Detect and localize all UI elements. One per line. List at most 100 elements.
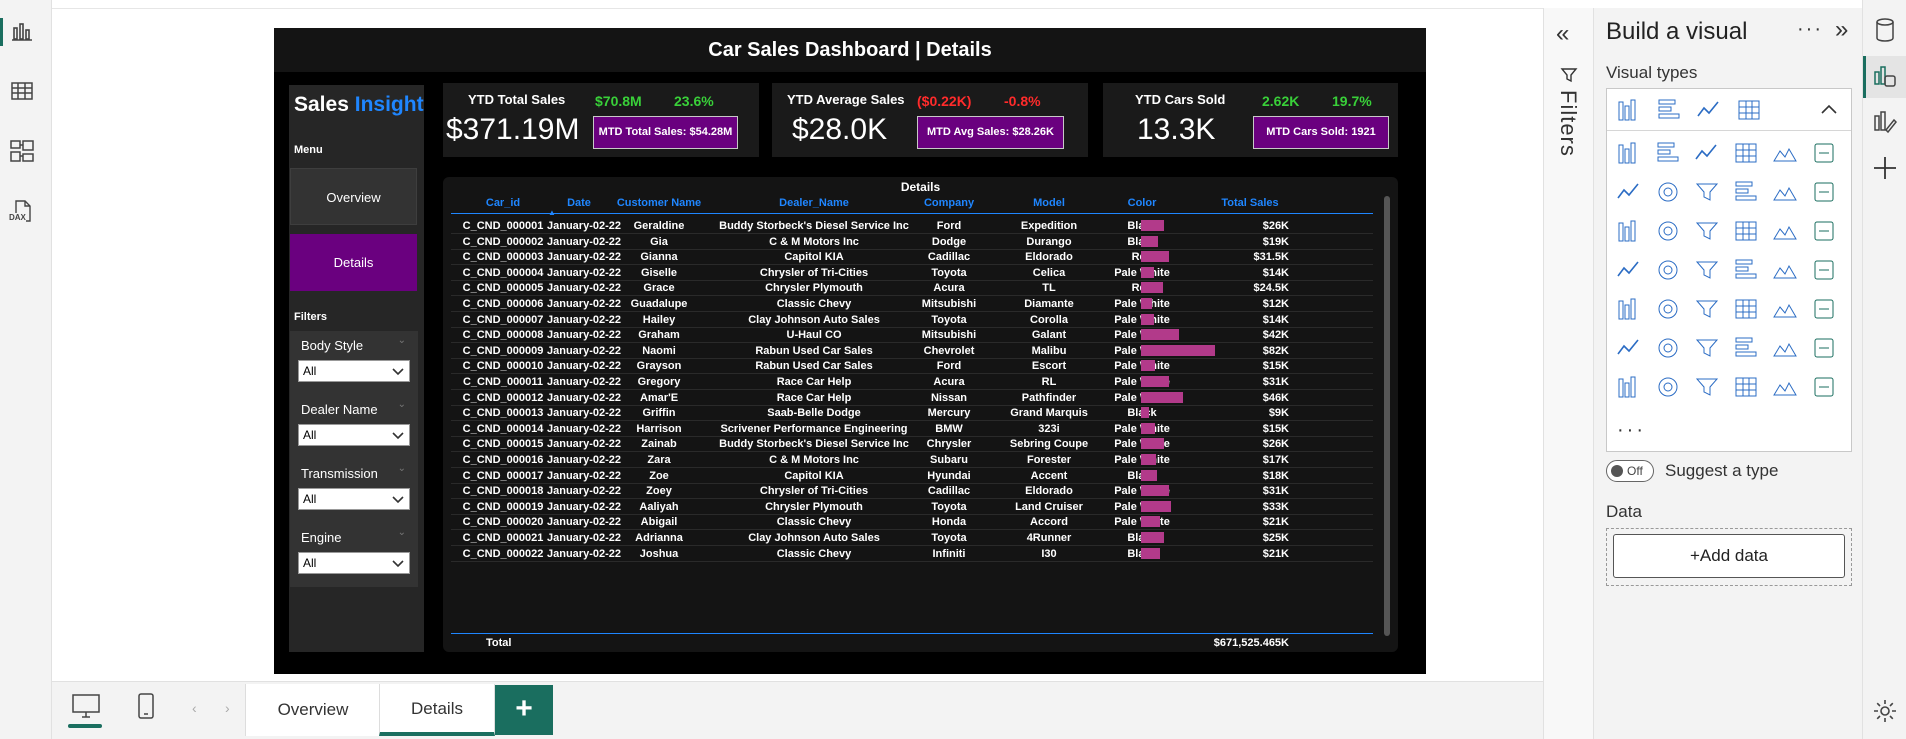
chevron-down-icon[interactable]: ⌄ bbox=[398, 463, 406, 474]
slicer-dropdown[interactable]: All bbox=[298, 360, 410, 382]
visual-type-icon[interactable] bbox=[1654, 373, 1682, 401]
table-row[interactable]: C_CND_000016 January-02-22 Zara C & M Motor… bbox=[451, 452, 1373, 468]
visual-type-icon[interactable] bbox=[1615, 256, 1643, 284]
chevron-down-icon[interactable]: ⌄ bbox=[398, 335, 406, 346]
slicer-dropdown[interactable]: All bbox=[298, 424, 410, 446]
table-row[interactable]: C_CND_000022 January-02-22 Joshua Classic C… bbox=[451, 546, 1373, 562]
visual-type-icon[interactable] bbox=[1654, 139, 1682, 167]
visual-type-icon[interactable] bbox=[1735, 96, 1763, 124]
table-vertical-scrollbar[interactable] bbox=[1384, 196, 1390, 636]
visual-type-icon[interactable] bbox=[1693, 178, 1721, 206]
visual-type-icon[interactable] bbox=[1615, 295, 1643, 323]
more-options-icon[interactable]: ··· bbox=[1797, 18, 1823, 41]
slicer-dropdown[interactable]: All bbox=[298, 552, 410, 574]
table-row[interactable]: C_CND_000005 January-02-22 Grace Chrysler P… bbox=[451, 280, 1373, 297]
visual-type-icon[interactable] bbox=[1654, 334, 1682, 362]
column-header-dealer-name[interactable]: Dealer_Name bbox=[709, 197, 919, 209]
kpi-card-ytd-cars-sold[interactable]: YTD Cars Sold 13.3K 2.62K 19.7% MTD Cars… bbox=[1103, 83, 1398, 157]
visual-type-icon[interactable] bbox=[1732, 295, 1760, 323]
table-row[interactable]: C_CND_000017 January-02-22 Zoe Capitol KIA H… bbox=[451, 468, 1373, 484]
format-pane-icon[interactable] bbox=[1871, 108, 1899, 136]
page-scroll-right-icon[interactable]: › bbox=[225, 700, 230, 716]
kpi-card-ytd-total-sales[interactable]: YTD Total Sales $371.19M $70.8M 23.6% MT… bbox=[443, 83, 759, 157]
column-header-model[interactable]: Model bbox=[999, 197, 1099, 209]
visual-type-icon[interactable] bbox=[1655, 96, 1683, 124]
nav-button-details[interactable]: Details bbox=[290, 234, 417, 291]
table-row[interactable]: C_CND_000021 January-02-22 Adrianna Clay Jo… bbox=[451, 530, 1373, 546]
table-row[interactable]: C_CND_000003 January-02-22 Gianna Capitol K… bbox=[451, 249, 1373, 266]
visual-type-icon[interactable] bbox=[1693, 295, 1721, 323]
visual-type-icon[interactable] bbox=[1810, 178, 1838, 206]
details-table-visual[interactable]: Details Car_id ▲ Date Customer Name Deal… bbox=[443, 177, 1398, 652]
chevron-up-icon[interactable] bbox=[1815, 96, 1843, 124]
slicer-dropdown[interactable]: All bbox=[298, 488, 410, 510]
nav-button-overview[interactable]: Overview bbox=[290, 168, 417, 225]
column-header-car-id[interactable]: Car_id bbox=[459, 197, 547, 209]
table-row[interactable]: C_CND_000006 January-02-22 Guadalupe Classi… bbox=[451, 296, 1373, 312]
visual-type-icon[interactable] bbox=[1810, 334, 1838, 362]
visual-type-icon[interactable] bbox=[1771, 373, 1799, 401]
table-row[interactable]: C_CND_000012 January-02-22 Amar'E Race Car … bbox=[451, 390, 1373, 406]
visual-type-icon[interactable] bbox=[1771, 334, 1799, 362]
table-row[interactable]: C_CND_000014 January-02-22 Harrison Scriven… bbox=[451, 421, 1373, 437]
collapse-pane-icon[interactable]: » bbox=[1835, 16, 1848, 44]
add-data-button[interactable]: +Add data bbox=[1613, 534, 1845, 578]
page-tab-details[interactable]: Details bbox=[379, 684, 495, 736]
column-header-customer-name[interactable]: Customer Name bbox=[611, 197, 707, 209]
table-row[interactable]: C_CND_000018 January-02-22 Zoey Chrysler of… bbox=[451, 483, 1373, 500]
add-page-button[interactable]: + bbox=[495, 685, 553, 735]
table-row[interactable]: C_CND_000019 January-02-22 Aaliyah Chrysler… bbox=[451, 499, 1373, 515]
data-pane-icon[interactable] bbox=[1871, 16, 1899, 44]
expand-filters-icon[interactable]: « bbox=[1556, 20, 1569, 48]
table-row[interactable]: C_CND_000020 January-02-22 Abigail Classic … bbox=[451, 514, 1373, 531]
table-row[interactable]: C_CND_000009 January-02-22 Naomi Rabun Used… bbox=[451, 343, 1373, 359]
visual-type-icon[interactable] bbox=[1810, 217, 1838, 245]
table-view-icon[interactable] bbox=[9, 78, 35, 104]
visual-type-icon[interactable] bbox=[1810, 295, 1838, 323]
visual-type-icon[interactable] bbox=[1654, 295, 1682, 323]
visual-type-icon[interactable] bbox=[1732, 178, 1760, 206]
visual-type-icon[interactable] bbox=[1695, 96, 1723, 124]
chevron-down-icon[interactable]: ⌄ bbox=[398, 399, 406, 410]
visual-type-icon[interactable] bbox=[1732, 256, 1760, 284]
visual-type-icon[interactable] bbox=[1693, 256, 1721, 284]
table-row[interactable]: C_CND_000002 January-02-22 Gia C & M Motors… bbox=[451, 234, 1373, 250]
more-visuals-icon[interactable]: ··· bbox=[1617, 419, 1646, 442]
column-header-color[interactable]: Color bbox=[1099, 197, 1185, 209]
dax-query-view-icon[interactable]: DAX bbox=[9, 198, 35, 224]
kpi-card-ytd-average-sales[interactable]: YTD Average Sales $28.0K ($0.22K) -0.8% … bbox=[772, 83, 1088, 157]
visual-type-icon[interactable] bbox=[1771, 256, 1799, 284]
filters-pane-label[interactable]: Filters bbox=[1555, 90, 1581, 157]
table-row[interactable]: C_CND_000004 January-02-22 Giselle Chrysler… bbox=[451, 265, 1373, 281]
table-row[interactable]: C_CND_000015 January-02-22 Zainab Buddy Sto… bbox=[451, 436, 1373, 453]
model-view-icon[interactable] bbox=[9, 138, 35, 164]
table-row[interactable]: C_CND_000011 January-02-22 Gregory Race Car… bbox=[451, 374, 1373, 390]
visual-type-icon[interactable] bbox=[1732, 334, 1760, 362]
visual-type-icon[interactable] bbox=[1654, 178, 1682, 206]
table-row[interactable]: C_CND_000010 January-02-22 Grayson Rabun Us… bbox=[451, 358, 1373, 375]
visual-type-icon[interactable] bbox=[1732, 217, 1760, 245]
column-header-company[interactable]: Company bbox=[899, 197, 999, 209]
visual-type-icon[interactable] bbox=[1615, 139, 1643, 167]
page-tab-overview[interactable]: Overview bbox=[245, 684, 381, 736]
column-header-date[interactable]: Date bbox=[547, 197, 611, 209]
visual-type-icon[interactable] bbox=[1693, 139, 1721, 167]
visual-type-icon[interactable] bbox=[1771, 139, 1799, 167]
add-pane-icon[interactable] bbox=[1871, 154, 1899, 182]
visual-type-icon[interactable] bbox=[1654, 217, 1682, 245]
visual-type-icon[interactable] bbox=[1654, 256, 1682, 284]
table-row[interactable]: C_CND_000013 January-02-22 Griffin Saab-Bel… bbox=[451, 405, 1373, 422]
visual-type-icon[interactable] bbox=[1771, 217, 1799, 245]
visual-type-icon[interactable] bbox=[1615, 334, 1643, 362]
visualizations-pane-icon[interactable] bbox=[1871, 62, 1899, 90]
visual-type-icon[interactable] bbox=[1810, 256, 1838, 284]
visual-type-icon[interactable] bbox=[1810, 139, 1838, 167]
visual-type-icon[interactable] bbox=[1615, 373, 1643, 401]
desktop-layout-icon[interactable] bbox=[70, 692, 102, 720]
visual-type-icon[interactable] bbox=[1693, 373, 1721, 401]
visual-type-icon[interactable] bbox=[1771, 178, 1799, 206]
visual-type-icon[interactable] bbox=[1615, 96, 1643, 124]
visual-type-icon[interactable] bbox=[1810, 373, 1838, 401]
table-row[interactable]: C_CND_000001 January-02-22 Geraldine Buddy … bbox=[451, 218, 1373, 234]
chevron-down-icon[interactable]: ⌄ bbox=[398, 527, 406, 538]
